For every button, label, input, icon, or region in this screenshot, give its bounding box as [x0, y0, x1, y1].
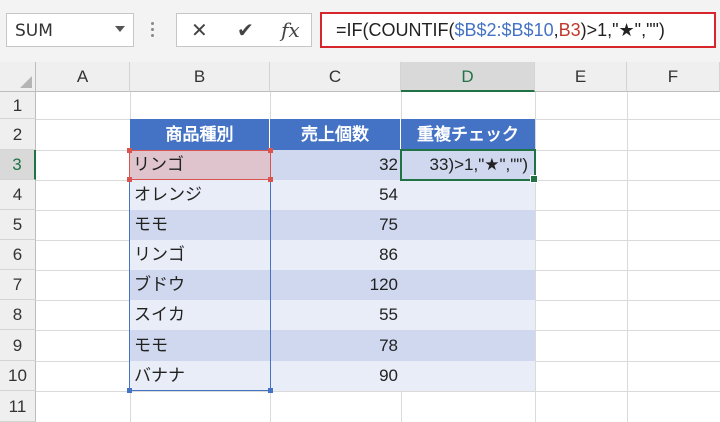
row-header-8[interactable]: 8 [0, 300, 36, 330]
qty-cell[interactable]: 90 [270, 361, 401, 391]
column-header-f[interactable]: F [627, 62, 720, 92]
dup-check-cell[interactable] [401, 300, 535, 330]
active-cell-text: 33)>1,"★","") [429, 155, 528, 174]
fill-handle[interactable] [530, 175, 538, 183]
dup-check-cell[interactable] [401, 180, 535, 210]
qty-cell[interactable]: 32 [270, 150, 401, 180]
row-header-1[interactable]: 1 [0, 92, 36, 119]
enter-check-icon[interactable]: ✔ [237, 18, 254, 42]
column-header-d[interactable]: D [401, 62, 535, 92]
cancel-icon[interactable]: ✕ [191, 18, 208, 42]
row-header-10[interactable]: 10 [0, 361, 36, 391]
qty-cell[interactable]: 75 [270, 210, 401, 240]
dup-check-cell[interactable] [401, 330, 535, 361]
row-header-6[interactable]: 6 [0, 240, 36, 270]
item-cell[interactable]: リンゴ [133, 151, 184, 179]
dup-check-cell[interactable] [401, 210, 535, 240]
select-all-corner[interactable] [0, 62, 36, 92]
qty-cell[interactable]: 54 [270, 180, 401, 210]
dup-check-cell[interactable] [401, 270, 535, 300]
formula-range-ref: $B$2:$B$10 [454, 20, 554, 40]
qty-cell[interactable]: 86 [270, 240, 401, 270]
column-header-e[interactable]: E [535, 62, 627, 92]
name-box-value: SUM [15, 21, 53, 41]
row-header-11[interactable]: 11 [0, 391, 36, 422]
dup-check-cell[interactable] [401, 361, 535, 391]
row-header-7[interactable]: 7 [0, 270, 36, 300]
more-options-icon[interactable] [151, 20, 155, 42]
formula-input[interactable]: =IF(COUNTIF($B$2:$B$10,B3)>1,"★","") [320, 12, 716, 48]
formula-range-highlight [127, 148, 273, 393]
column-header-a[interactable]: A [36, 62, 130, 92]
column-header-c[interactable]: C [270, 62, 401, 92]
formula-cell-ref-highlight[interactable]: リンゴ [127, 148, 273, 182]
formula-cell-ref: B3 [558, 20, 581, 40]
row-header-9[interactable]: 9 [0, 330, 36, 361]
insert-function-icon[interactable]: fx [281, 18, 300, 42]
qty-cell[interactable]: 55 [270, 300, 401, 330]
row-header-5[interactable]: 5 [0, 210, 36, 240]
active-cell-d3[interactable]: 33)>1,"★","") [400, 149, 538, 183]
dup-check-cell[interactable] [401, 240, 535, 270]
table-header-dup-check[interactable]: 重複チェック [401, 119, 535, 150]
formula-bar-area: SUM ✕ ✔ fx =IF(COUNTIF($B$2:$B$10,B3)>1,… [0, 0, 720, 63]
row-header-4[interactable]: 4 [0, 180, 36, 210]
formula-part-2: )>1,"★","") [580, 20, 665, 40]
table-header-qty[interactable]: 売上個数 [270, 119, 401, 150]
column-header-b[interactable]: B [130, 62, 270, 92]
qty-cell[interactable]: 78 [270, 330, 401, 361]
name-box[interactable]: SUM [6, 13, 134, 47]
row-header-3[interactable]: 3 [0, 150, 36, 180]
row-header-2[interactable]: 2 [0, 119, 36, 150]
formula-buttons: ✕ ✔ fx [176, 13, 312, 47]
chevron-down-icon[interactable] [115, 26, 125, 32]
formula-part-1: =IF(COUNTIF( [336, 20, 455, 40]
qty-cell[interactable]: 120 [270, 270, 401, 300]
table-header-item[interactable]: 商品種別 [130, 119, 270, 150]
